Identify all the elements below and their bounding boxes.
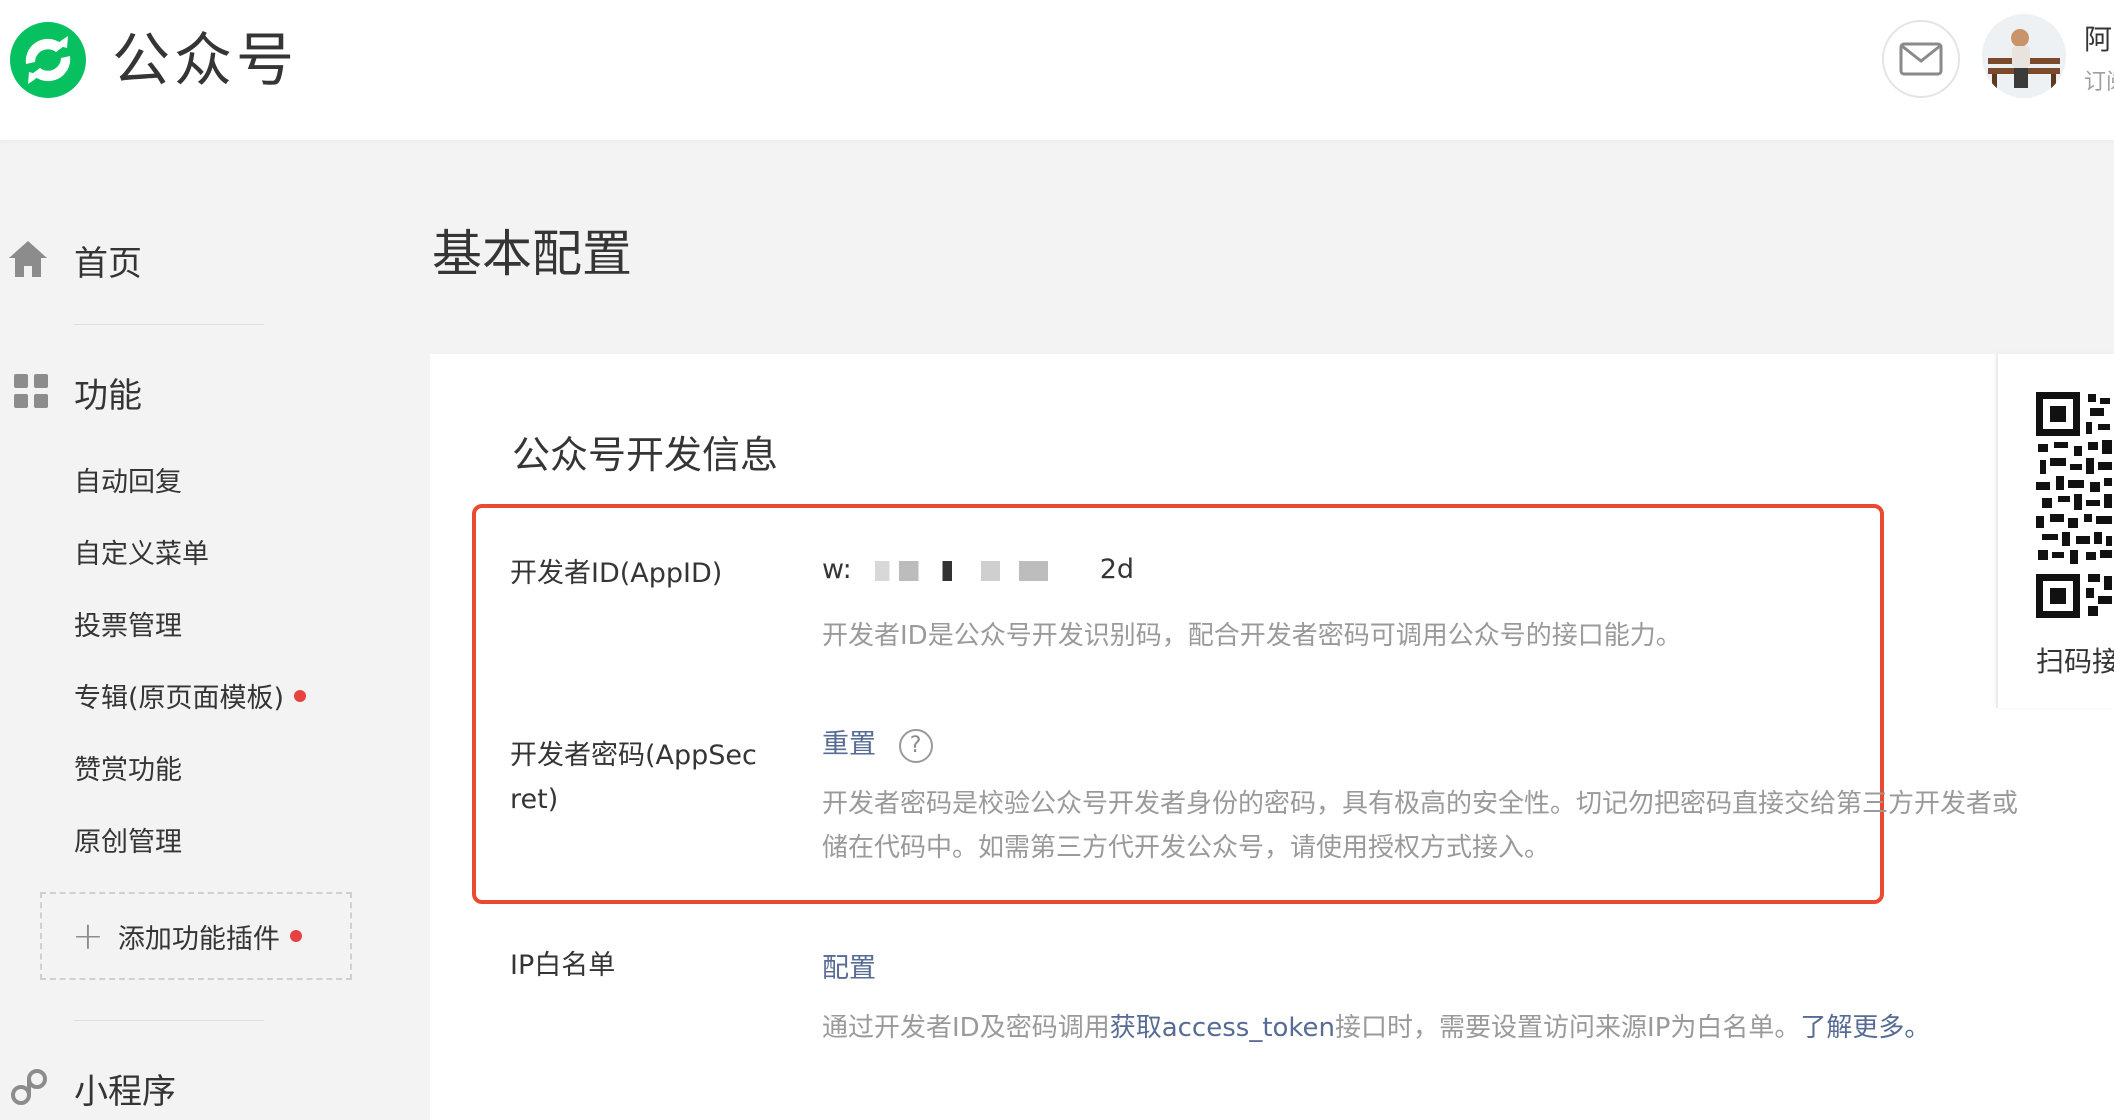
sidebar-item-reward[interactable]: 赞赏功能 [74,748,182,787]
new-badge [289,930,302,942]
appsecret-desc-line2: 储在代码中。如需第三方代开发公众号，请使用授权方式接入。 [822,833,1551,863]
ip-whitelist-description: 通过开发者ID及密码调用获取access_token接口时，需要设置访问来源IP… [822,1006,1930,1050]
qr-code-icon[interactable] [2036,392,2114,618]
sidebar-mini-program[interactable] [0,1064,52,1110]
appsecret-actions: 重置 ? [822,722,933,763]
home-icon [5,236,51,282]
sidebar-item-label: 投票管理 [74,611,182,642]
add-plugin-label: 添加功能插件 [117,923,280,955]
top-bar: 公众号 阿 订阅 [0,0,2114,140]
account-name[interactable]: 阿 [2084,18,2112,58]
sidebar-item-label: 赞赏功能 [74,755,182,786]
appid-description: 开发者ID是公众号开发识别码，配合开发者密码可调用公众号的接口能力。 [822,621,1682,651]
sidebar-item-auto-reply[interactable]: 自动回复 [74,460,182,499]
ip-desc-text: 通过开发者ID及密码调用 [822,1013,1110,1043]
new-badge [294,689,307,702]
appsecret-description: 开发者密码是校验公众号开发者身份的密码，具有极高的安全性。切记勿把密码直接交给第… [822,782,2018,870]
app-name: 公众号 [112,26,299,94]
sidebar-item-vote[interactable]: 投票管理 [74,604,182,643]
link-icon [6,1064,52,1110]
appid-suffix: 2d [1099,554,1135,585]
account-type: 订阅 [2084,70,2114,95]
sidebar-divider [74,1020,264,1021]
reset-link[interactable]: 重置 [822,729,876,760]
ip-whitelist-label: IP白名单 [510,950,616,981]
ip-whitelist-action: 配置 [822,946,876,985]
add-plugin-button[interactable]: + 添加功能插件 [40,892,352,980]
page-title: 基本配置 [432,225,632,283]
qr-scan-label: 扫码接 [2036,645,2114,678]
configure-link[interactable]: 配置 [822,953,876,984]
sidebar-item-label: 自定义菜单 [74,539,209,570]
sidebar-divider [74,324,264,325]
grid-icon [8,368,54,414]
learn-more-link[interactable]: 了解更多。 [1800,1013,1930,1043]
access-token-link[interactable]: 获取access_token [1110,1013,1335,1043]
mail-icon [1899,42,1943,76]
appid-mask [855,560,1096,581]
sidebar-item-label: 原创管理 [74,827,182,858]
appid-label: 开发者ID(AppID) [510,558,723,589]
sidebar-item-custom-menu[interactable]: 自定义菜单 [74,532,209,571]
plus-icon: + [72,914,104,958]
sidebar-features [0,368,54,414]
appid-prefix: w: [822,554,852,585]
sidebar-item-label: 自动回复 [74,467,182,498]
appsecret-label-line1: 开发者密码(AppSec [510,740,757,771]
sidebar-home[interactable] [0,236,51,282]
sidebar-section-features: 功能 [74,376,142,416]
sidebar-item-original[interactable]: 原创管理 [74,820,182,859]
appid-value[interactable]: w: 2d [822,554,1134,585]
section-title: 公众号开发信息 [512,433,779,477]
mail-button[interactable] [1882,20,1960,98]
appsecret-desc-line1: 开发者密码是校验公众号开发者身份的密码，具有极高的安全性。切记勿把密码直接交给第… [822,789,2019,819]
sidebar-item-mini-program[interactable]: 小程序 [74,1064,176,1113]
sidebar-item-album[interactable]: 专辑(原页面模板) [74,676,307,715]
sidebar-item-home[interactable]: 首页 [74,236,142,285]
wechat-mp-logo-icon[interactable] [4,18,92,102]
sidebar-item-label: 专辑(原页面模板) [74,683,285,714]
question-circle-icon[interactable]: ? [898,728,933,763]
appsecret-label-line2: ret) [510,784,559,815]
avatar[interactable] [1982,14,2066,98]
ip-desc-text: 接口时，需要设置访问来源IP为白名单。 [1335,1013,1801,1043]
appsecret-label: 开发者密码(AppSec ret) [510,734,757,822]
